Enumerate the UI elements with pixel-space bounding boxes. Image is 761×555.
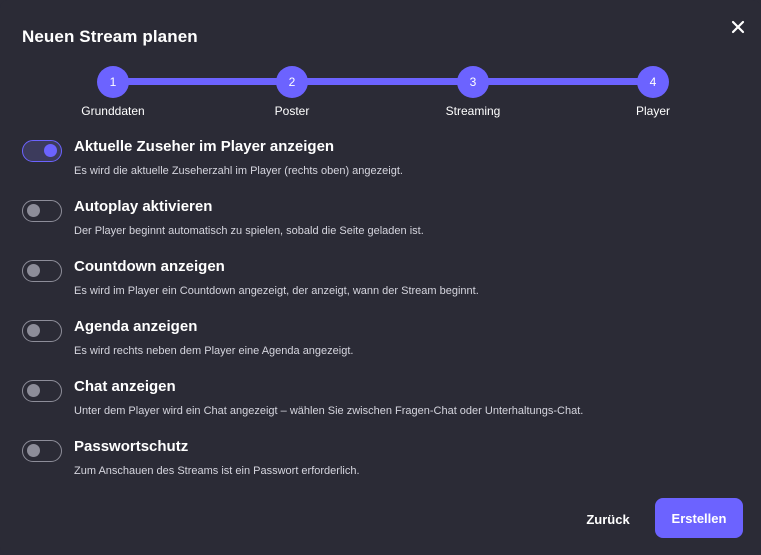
option-description: Zum Anschauen des Streams ist ein Passwo…	[74, 465, 360, 477]
toggle-agenda[interactable]	[22, 320, 62, 342]
step-2-circle[interactable]: 2	[276, 66, 308, 98]
option-title: Passwortschutz	[74, 438, 189, 455]
step-1-label: Grunddaten	[81, 104, 145, 118]
option-agenda: Agenda anzeigen Es wird rechts neben dem…	[22, 318, 722, 368]
option-title: Autoplay aktivieren	[74, 198, 213, 215]
toggle-knob	[44, 144, 57, 157]
toggle-password[interactable]	[22, 440, 62, 462]
toggle-countdown[interactable]	[22, 260, 62, 282]
step-1-circle[interactable]: 1	[97, 66, 129, 98]
close-icon[interactable]	[727, 16, 749, 38]
stepper: 1 2 3 4 Grunddaten Poster Streaming Play…	[0, 64, 761, 124]
step-2-label: Poster	[274, 104, 310, 118]
option-password: Passwortschutz Zum Anschauen des Streams…	[22, 438, 722, 488]
toggle-knob	[27, 384, 40, 397]
step-3-circle[interactable]: 3	[457, 66, 489, 98]
toggle-chat[interactable]	[22, 380, 62, 402]
toggle-knob	[27, 204, 40, 217]
option-description: Unter dem Player wird ein Chat angezeigt…	[74, 405, 584, 417]
stepper-progress-line	[113, 78, 653, 85]
option-current-viewers: Aktuelle Zuseher im Player anzeigen Es w…	[22, 138, 722, 188]
option-description: Der Player beginnt automatisch zu spiele…	[74, 225, 424, 237]
toggle-knob	[27, 324, 40, 337]
toggle-current-viewers[interactable]	[22, 140, 62, 162]
step-4-label: Player	[635, 104, 671, 118]
option-title: Chat anzeigen	[74, 378, 176, 395]
option-title: Agenda anzeigen	[74, 318, 198, 335]
create-button[interactable]: Erstellen	[655, 498, 743, 538]
back-button[interactable]: Zurück	[576, 500, 640, 538]
step-3-label: Streaming	[445, 104, 501, 118]
schedule-stream-dialog: Neuen Stream planen 1 2 3 4 Grunddaten P…	[0, 0, 761, 555]
option-description: Es wird im Player ein Countdown angezeig…	[74, 285, 479, 297]
option-title: Countdown anzeigen	[74, 258, 225, 275]
option-autoplay: Autoplay aktivieren Der Player beginnt a…	[22, 198, 722, 248]
step-4-circle[interactable]: 4	[637, 66, 669, 98]
option-countdown: Countdown anzeigen Es wird im Player ein…	[22, 258, 722, 308]
dialog-title: Neuen Stream planen	[22, 27, 198, 46]
option-chat: Chat anzeigen Unter dem Player wird ein …	[22, 378, 722, 428]
toggle-knob	[27, 444, 40, 457]
option-title: Aktuelle Zuseher im Player anzeigen	[74, 138, 335, 155]
toggle-knob	[27, 264, 40, 277]
option-description: Es wird die aktuelle Zuseherzahl im Play…	[74, 165, 403, 177]
toggle-autoplay[interactable]	[22, 200, 62, 222]
option-description: Es wird rechts neben dem Player eine Age…	[74, 345, 354, 357]
